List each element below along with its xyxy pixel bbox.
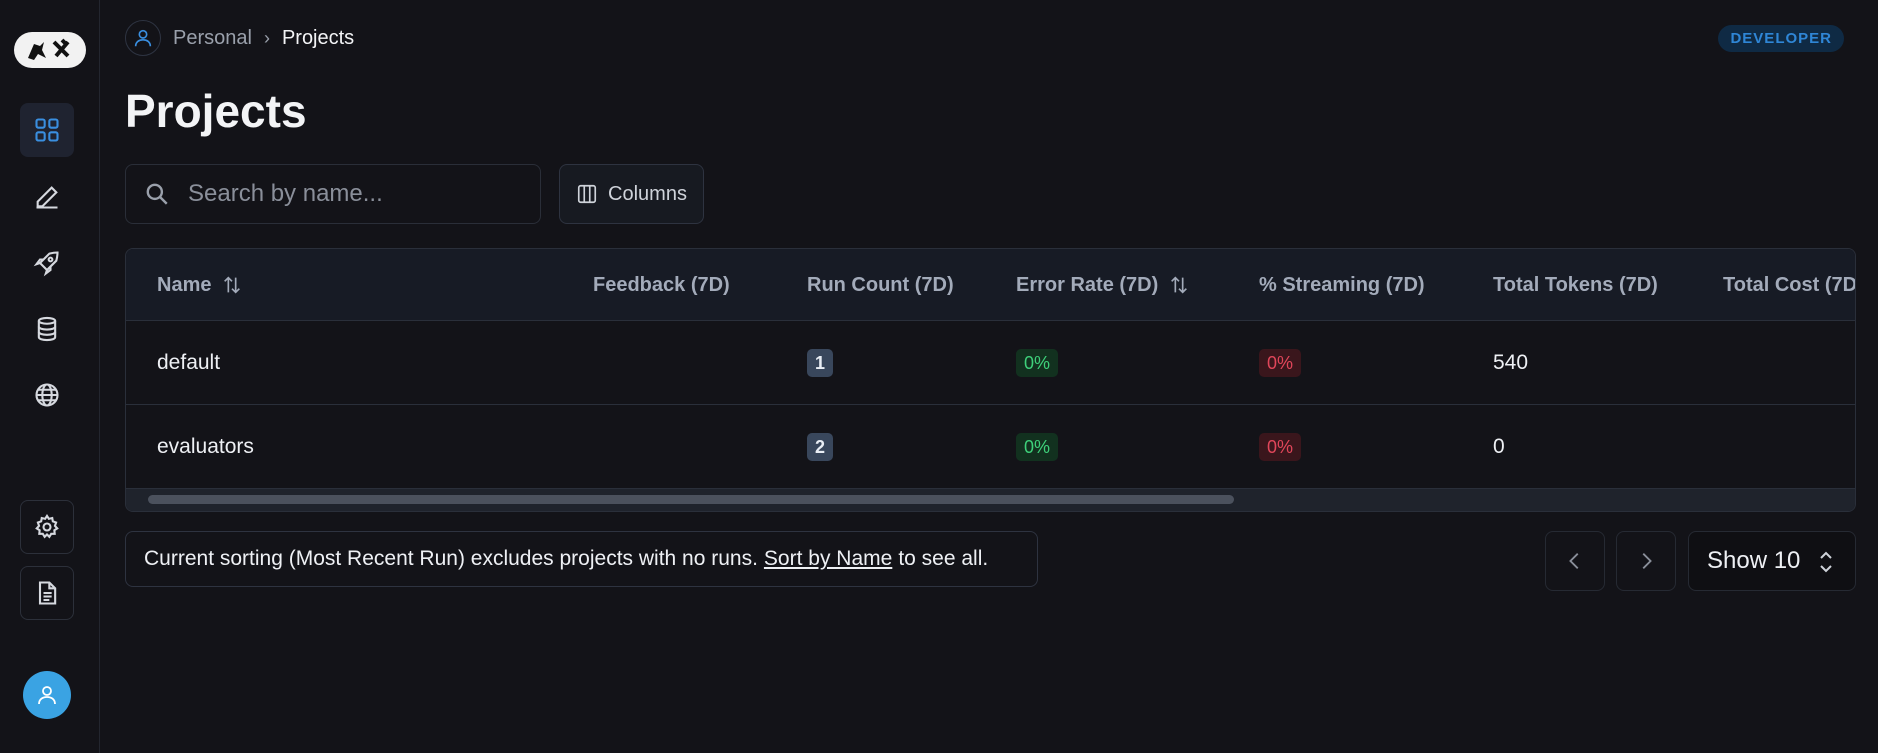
run-count-cell: 2 — [807, 405, 834, 489]
sidebar — [0, 0, 100, 753]
sidebar-item-docs[interactable] — [20, 566, 74, 620]
page-size-label: Show 10 — [1707, 547, 1801, 574]
breadcrumb-projects: Projects — [281, 26, 355, 49]
projects-table: Name Feedback (7D) Run Count (7D) Error … — [125, 248, 1856, 512]
page-size-select[interactable]: Show 10 — [1688, 531, 1856, 591]
column-header-streaming-label: % Streaming (7D) — [1259, 273, 1425, 296]
streaming-badge: 0% — [1259, 433, 1302, 461]
column-header-error-rate-label: Error Rate (7D) — [1016, 273, 1159, 296]
page-title: Projects — [125, 85, 307, 137]
column-header-run-count-label: Run Count (7D) — [807, 273, 954, 296]
columns-icon — [577, 184, 597, 204]
total-tokens-cell: 0 — [1493, 435, 1505, 458]
developer-badge: DEVELOPER — [1718, 25, 1844, 52]
sidebar-item-settings[interactable] — [20, 500, 74, 554]
user-circle-icon — [125, 20, 161, 56]
table-row[interactable]: evaluators 2 0% 0% 0 — [126, 405, 1855, 489]
sidebar-item-projects[interactable] — [20, 103, 74, 157]
column-header-name-label: Name — [157, 273, 212, 296]
next-page-button[interactable] — [1616, 531, 1676, 591]
breadcrumb-personal[interactable]: Personal — [173, 27, 252, 50]
chevron-right-icon — [1642, 553, 1652, 569]
sidebar-item-deployments[interactable] — [20, 236, 74, 290]
sorting-notice: Current sorting (Most Recent Run) exclud… — [125, 531, 1038, 587]
grid-icon — [35, 118, 59, 142]
column-header-feedback-label: Feedback (7D) — [593, 273, 730, 296]
user-avatar[interactable] — [23, 671, 71, 719]
sort-arrows-icon[interactable] — [1168, 274, 1190, 296]
column-header-run-count[interactable]: Run Count (7D) — [807, 249, 954, 321]
user-icon — [38, 686, 56, 705]
database-icon — [37, 316, 57, 342]
project-name[interactable]: default — [157, 321, 220, 405]
previous-page-button[interactable] — [1545, 531, 1605, 591]
column-header-error-rate[interactable]: Error Rate (7D) — [1016, 249, 1190, 321]
chevron-up-down-icon — [1820, 551, 1832, 573]
rocket-icon — [33, 251, 59, 277]
column-header-total-tokens[interactable]: Total Tokens (7D) — [1493, 249, 1658, 321]
search-input[interactable] — [188, 180, 528, 208]
breadcrumb: Personal › Projects — [125, 20, 354, 56]
error-rate-cell: 0% — [1016, 405, 1059, 489]
column-header-total-cost[interactable]: Total Cost (7D — [1723, 249, 1856, 321]
sort-arrows-icon[interactable] — [221, 274, 243, 296]
notice-text-after: to see all. — [898, 547, 989, 570]
table-row[interactable]: default 1 0% 0% 540 — [126, 321, 1855, 405]
document-icon — [38, 581, 57, 605]
error-rate-cell: 0% — [1016, 321, 1059, 405]
total-tokens-cell: 540 — [1493, 351, 1529, 374]
run-count-badge: 1 — [807, 349, 834, 377]
table-header: Name Feedback (7D) Run Count (7D) Error … — [126, 249, 1855, 321]
search-icon — [146, 183, 168, 205]
column-header-streaming[interactable]: % Streaming (7D) — [1259, 249, 1425, 321]
error-rate-badge: 0% — [1016, 349, 1059, 377]
chevron-left-icon — [1569, 553, 1579, 569]
project-name[interactable]: evaluators — [157, 405, 254, 489]
streaming-badge: 0% — [1259, 349, 1302, 377]
horizontal-scrollbar[interactable] — [126, 489, 1855, 511]
run-count-badge: 2 — [807, 433, 834, 461]
columns-button[interactable]: Columns — [559, 164, 704, 224]
column-header-total-tokens-label: Total Tokens (7D) — [1493, 273, 1658, 296]
column-header-total-cost-label: Total Cost (7D — [1723, 273, 1856, 296]
search-box[interactable] — [125, 164, 541, 224]
notice-text-before: Current sorting (Most Recent Run) exclud… — [144, 547, 758, 570]
run-count-cell: 1 — [807, 321, 834, 405]
column-header-name[interactable]: Name — [157, 249, 243, 321]
streaming-cell: 0% — [1259, 405, 1302, 489]
gear-icon — [35, 513, 59, 539]
pen-icon — [36, 186, 58, 209]
error-rate-badge: 0% — [1016, 433, 1059, 461]
app-logo[interactable] — [13, 32, 86, 68]
sidebar-item-annotate[interactable] — [20, 170, 74, 224]
sidebar-item-datasets[interactable] — [20, 302, 74, 356]
breadcrumb-separator: › — [263, 27, 270, 48]
sidebar-item-hub[interactable] — [20, 368, 74, 422]
streaming-cell: 0% — [1259, 321, 1302, 405]
column-header-feedback[interactable]: Feedback (7D) — [593, 249, 730, 321]
parrot-tools-icon — [27, 38, 70, 60]
sort-by-name-link[interactable]: Sort by Name — [764, 547, 892, 571]
globe-icon — [35, 383, 59, 407]
scrollbar-thumb[interactable] — [148, 495, 1234, 504]
columns-label: Columns — [608, 182, 687, 205]
